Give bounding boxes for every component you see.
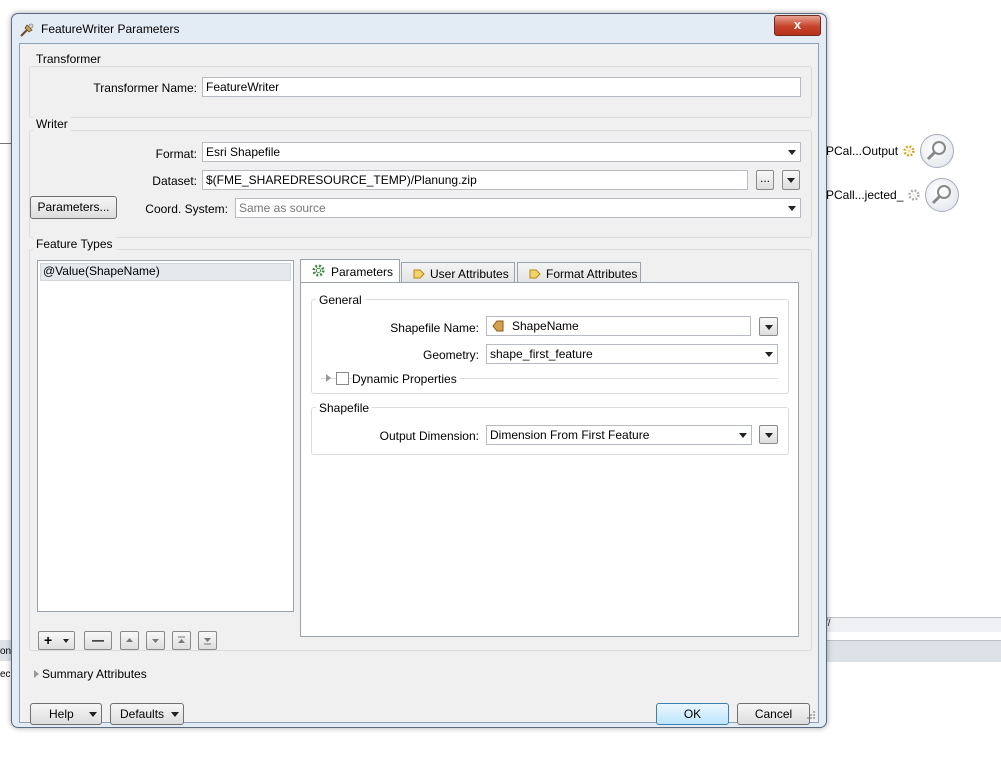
general-group-title: General: [316, 293, 365, 307]
shapefile-name-value: ShapeName: [512, 319, 579, 333]
writer-group-title: Writer: [33, 117, 71, 131]
defaults-label: Defaults: [120, 707, 165, 721]
dataset-input[interactable]: $(FME_SHAREDRESOURCE_TEMP)/Planung.zip: [202, 170, 748, 190]
ok-button[interactable]: OK: [656, 703, 729, 725]
chevron-down-icon: [739, 433, 747, 438]
chevron-down-icon: [788, 206, 796, 211]
feature-types-group-title: Feature Types: [33, 237, 116, 251]
gear-icon[interactable]: [907, 188, 921, 202]
parameters-tab-panel: General Shapefile Name: ShapeName Geomet…: [300, 282, 799, 637]
coord-system-select[interactable]: Same as source: [235, 198, 801, 218]
arrow-up-icon: [126, 638, 133, 642]
window-title: FeatureWriter Parameters: [41, 22, 180, 36]
inspect-magnifier-icon[interactable]: [925, 178, 960, 212]
transformer-name-input[interactable]: FeatureWriter: [202, 77, 801, 97]
attribute-value-icon: [492, 320, 504, 332]
chevron-down-icon: [788, 150, 796, 155]
output-dimension-select[interactable]: Dimension From First Feature: [486, 425, 752, 445]
output-dimension-dropdown[interactable]: [759, 425, 778, 444]
featurewriter-app-icon: [20, 23, 34, 37]
arrow-down-icon: [152, 639, 159, 643]
shapefile-name-input[interactable]: ShapeName: [486, 316, 751, 336]
featurewriter-dialog: FeatureWriter Parameters x Transformer T…: [11, 13, 827, 728]
dataset-options-dropdown[interactable]: [782, 170, 800, 190]
workspace-node-rejected[interactable]: PCall...jected_: [826, 178, 960, 212]
geometry-label: Geometry:: [422, 348, 479, 362]
chevron-down-icon: [787, 178, 795, 183]
chevron-down-icon: [765, 325, 773, 330]
remove-label: —: [92, 633, 104, 647]
dynamic-properties-label: Dynamic Properties: [352, 372, 460, 386]
transformer-name-label: Transformer Name:: [93, 81, 197, 95]
chevron-right-icon[interactable]: [34, 670, 39, 678]
chevron-down-icon: [63, 639, 69, 643]
help-button[interactable]: Help: [30, 703, 102, 725]
dataset-label: Dataset:: [152, 174, 197, 188]
format-label: Format:: [155, 147, 197, 161]
chevron-down-icon: [765, 352, 773, 357]
format-select[interactable]: Esri Shapefile: [202, 142, 801, 162]
output-dimension-value: Dimension From First Feature: [490, 428, 650, 442]
dynamic-properties-checkbox[interactable]: [336, 372, 349, 385]
arrow-bottom-icon: [204, 638, 211, 645]
defaults-button[interactable]: Defaults: [110, 703, 184, 725]
close-button[interactable]: x: [774, 15, 821, 36]
inspect-magnifier-icon[interactable]: [920, 134, 955, 168]
help-label: Help: [49, 707, 74, 721]
tab-label: Parameters: [331, 265, 394, 279]
background-strip-left-text: on: [0, 646, 12, 657]
tab-label: User Attributes: [430, 267, 509, 281]
move-down-button[interactable]: [146, 631, 165, 650]
workspace-node-output[interactable]: PCal...Output: [826, 134, 955, 168]
background-connector-line: [0, 143, 11, 144]
list-item[interactable]: @Value(ShapeName): [40, 263, 291, 281]
background-strip-left: on: [0, 640, 11, 661]
shapefile-name-label: Shapefile Name:: [390, 321, 479, 335]
gear-icon: [312, 264, 325, 277]
format-select-value: Esri Shapefile: [206, 145, 281, 159]
feature-types-list[interactable]: @Value(ShapeName): [37, 260, 294, 612]
tab-format-attributes[interactable]: Format Attributes: [517, 262, 641, 284]
workspace-node-label: PCall...jected_: [826, 188, 904, 202]
move-to-top-button[interactable]: [172, 631, 191, 650]
dialog-client-area: Transformer Transformer Name: FeatureWri…: [19, 43, 819, 725]
move-up-button[interactable]: [120, 631, 139, 650]
geometry-select[interactable]: shape_first_feature: [486, 344, 778, 364]
shapefile-group-title: Shapefile: [316, 401, 373, 415]
background-strip-upper: //: [825, 617, 1001, 632]
attribute-arrow-icon: [413, 269, 425, 279]
geometry-value: shape_first_feature: [490, 347, 593, 361]
chevron-down-icon: [171, 712, 179, 717]
title-bar[interactable]: FeatureWriter Parameters x: [12, 14, 826, 44]
coord-system-label: Coord. System:: [145, 202, 228, 216]
browse-label: ...: [759, 171, 770, 185]
chevron-down-icon: [765, 433, 773, 438]
add-feature-type-button[interactable]: +: [38, 631, 75, 650]
transformer-group-title: Transformer: [33, 52, 104, 66]
gear-icon[interactable]: [902, 144, 916, 158]
tab-user-attributes[interactable]: User Attributes: [401, 262, 515, 284]
tab-parameters[interactable]: Parameters: [300, 259, 400, 283]
output-dimension-label: Output Dimension:: [379, 429, 479, 443]
arrow-top-icon: [178, 636, 185, 643]
coord-system-value: Same as source: [239, 201, 326, 215]
move-to-bottom-button[interactable]: [198, 631, 217, 650]
workspace-node-label: PCal...Output: [826, 144, 899, 158]
dataset-browse-button[interactable]: ...: [756, 170, 774, 190]
chevron-right-icon[interactable]: [326, 374, 331, 382]
add-label: +: [44, 632, 53, 648]
tab-label: Format Attributes: [546, 267, 638, 281]
writer-parameters-button[interactable]: Parameters...: [30, 196, 117, 219]
summary-attributes-label[interactable]: Summary Attributes: [42, 667, 147, 681]
cancel-button[interactable]: Cancel: [737, 703, 810, 725]
background-strip-lower: [825, 640, 1001, 662]
chevron-down-icon: [89, 712, 97, 717]
resize-grip-icon[interactable]: [806, 710, 816, 720]
remove-feature-type-button[interactable]: —: [84, 631, 112, 650]
shapefile-name-dropdown[interactable]: [759, 317, 778, 336]
background-left-text: ec: [0, 669, 11, 680]
attribute-arrow-icon: [529, 269, 541, 279]
